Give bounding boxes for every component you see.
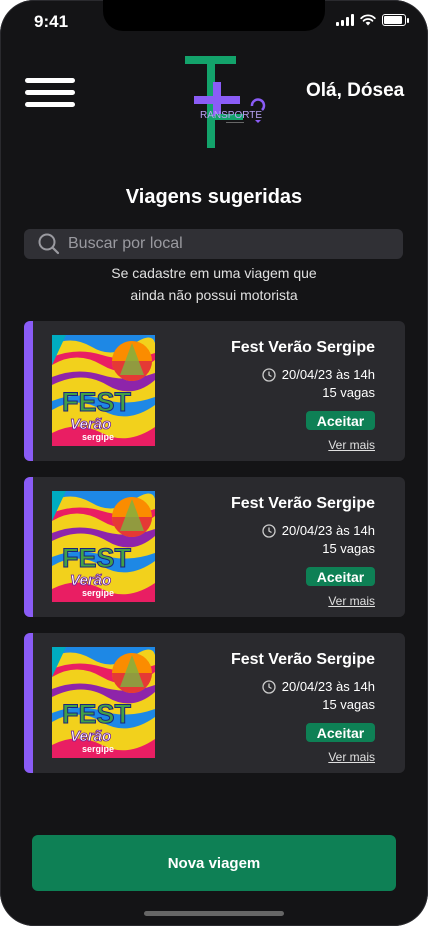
hamburger-icon: [25, 78, 75, 83]
svg-text:sergipe: sergipe: [82, 744, 114, 754]
battery-icon: [382, 14, 409, 26]
search-bar[interactable]: [24, 229, 403, 259]
trip-card[interactable]: FEST Verão sergipe Fest Verão Sergipe 20…: [24, 321, 405, 461]
trip-seats: 15 vagas: [322, 541, 375, 556]
see-more-link[interactable]: Ver mais: [328, 594, 375, 608]
see-more-link[interactable]: Ver mais: [328, 750, 375, 764]
clock-icon: [262, 367, 276, 382]
svg-text:sergipe: sergipe: [82, 588, 114, 598]
page-title: Viagens sugeridas: [125, 186, 303, 208]
notch: [103, 0, 325, 31]
svg-text:FEST: FEST: [62, 699, 132, 729]
logo-text: RANSPORTE: [200, 110, 262, 121]
trip-date: 20/04/23 às 14h: [262, 679, 375, 694]
svg-text:Verão: Verão: [70, 572, 111, 589]
hint-line-1: Se cadastre em uma viagem que: [111, 265, 317, 281]
trip-date: 20/04/23 às 14h: [262, 367, 375, 382]
trip-card[interactable]: FEST Verão sergipe Fest Verão Sergipe 20…: [24, 477, 405, 617]
trip-date-text: 20/04/23 às 14h: [281, 523, 375, 538]
status-icons: [336, 14, 409, 26]
card-accent: [24, 633, 33, 773]
phone-screen: 9:41 RANSPORTE Olá, Dósea Viagens sugeri…: [0, 0, 428, 926]
event-poster-image: FEST Verão sergipe: [52, 335, 155, 446]
trip-seats: 15 vagas: [322, 697, 375, 712]
greeting: Olá, Dósea: [306, 80, 405, 101]
svg-text:sergipe: sergipe: [82, 432, 114, 442]
trip-seats: 15 vagas: [322, 385, 375, 400]
clock-icon: [262, 679, 276, 694]
signal-icon: [336, 14, 354, 26]
card-accent: [24, 477, 33, 617]
event-poster-image: FEST Verão sergipe: [52, 491, 155, 602]
wifi-icon: [360, 14, 376, 26]
event-poster-image: FEST Verão sergipe: [52, 647, 155, 758]
trip-title: Fest Verão Sergipe: [230, 651, 375, 668]
see-more-link[interactable]: Ver mais: [328, 438, 375, 452]
card-accent: [24, 321, 33, 461]
accept-button[interactable]: Aceitar: [306, 567, 375, 586]
clock-icon: [262, 523, 276, 538]
svg-text:FEST: FEST: [62, 387, 132, 417]
svg-text:Verão: Verão: [70, 728, 111, 745]
hint-text: Se cadastre em uma viagem que ainda não …: [0, 262, 428, 306]
trip-title: Fest Verão Sergipe: [230, 495, 375, 512]
trip-title: Fest Verão Sergipe: [230, 339, 375, 356]
status-time: 9:41: [34, 12, 69, 31]
search-input[interactable]: [66, 234, 390, 254]
hint-line-2: ainda não possui motorista: [130, 287, 298, 303]
menu-button[interactable]: [25, 78, 75, 108]
accept-button[interactable]: Aceitar: [306, 723, 375, 742]
transporte-logo: RANSPORTE: [185, 56, 266, 148]
new-trip-button[interactable]: Nova viagem: [32, 835, 396, 891]
search-icon: [38, 233, 60, 255]
svg-text:Verão: Verão: [70, 416, 111, 433]
trip-card[interactable]: FEST Verão sergipe Fest Verão Sergipe 20…: [24, 633, 405, 773]
trip-date-text: 20/04/23 às 14h: [281, 367, 375, 382]
svg-text:FEST: FEST: [62, 543, 132, 573]
accept-button[interactable]: Aceitar: [306, 411, 375, 430]
trip-date-text: 20/04/23 às 14h: [281, 679, 375, 694]
home-indicator: [144, 911, 284, 916]
trip-date: 20/04/23 às 14h: [262, 523, 375, 538]
